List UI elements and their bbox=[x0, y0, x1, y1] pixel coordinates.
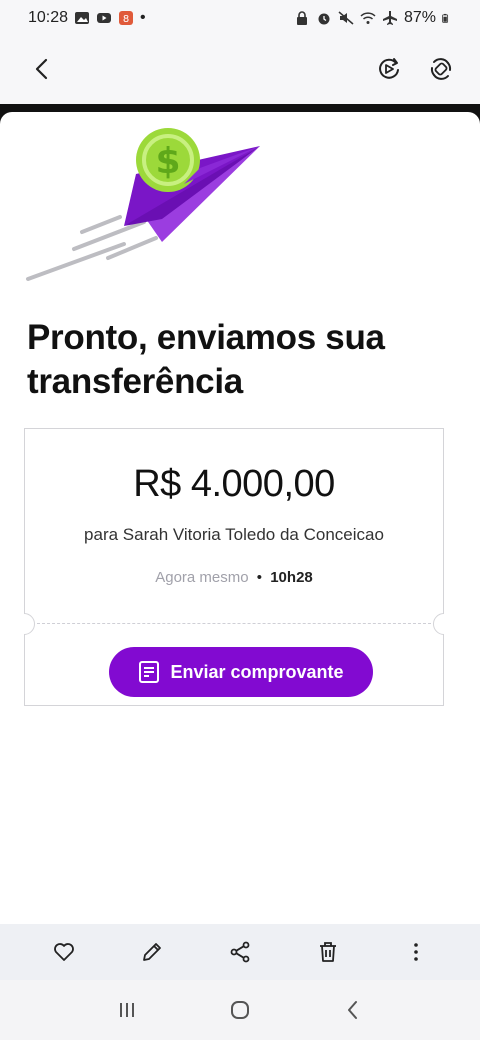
status-bar: 10:28 8 • 87% bbox=[0, 0, 480, 36]
ticket-notch-right bbox=[433, 613, 444, 635]
youtube-notification-icon bbox=[97, 13, 112, 23]
status-dot: • bbox=[140, 9, 146, 26]
app-bar bbox=[0, 36, 480, 102]
status-left: 10:28 8 • bbox=[28, 9, 146, 27]
nav-back-icon[interactable] bbox=[336, 993, 370, 1027]
paper-plane-money-illustration: $ bbox=[26, 128, 260, 281]
recent-apps-icon[interactable] bbox=[110, 993, 144, 1027]
auto-rotate-icon[interactable] bbox=[424, 52, 458, 86]
gallery-action-bar bbox=[0, 924, 480, 980]
send-receipt-label: Enviar comprovante bbox=[170, 661, 344, 682]
transfer-time-row: Agora mesmo • 10h28 bbox=[25, 569, 443, 586]
wifi-icon bbox=[360, 12, 376, 24]
svg-text:$: $ bbox=[155, 141, 180, 182]
gallery-notification-icon bbox=[75, 12, 90, 24]
app-bar-actions bbox=[372, 52, 458, 86]
svg-text:8: 8 bbox=[123, 14, 129, 25]
battery-icon bbox=[442, 13, 449, 23]
airplane-mode-icon bbox=[382, 11, 397, 25]
system-nav-bar bbox=[0, 980, 480, 1040]
transfer-time: 10h28 bbox=[270, 569, 313, 586]
lock-icon bbox=[296, 11, 307, 25]
success-headline: Pronto, enviamos sua transferência bbox=[27, 318, 385, 401]
delete-icon[interactable] bbox=[311, 935, 345, 969]
transfer-ticket: R$ 4.000,00 para Sarah Vitoria Toledo da… bbox=[24, 428, 444, 706]
battery-percent: 87% bbox=[403, 9, 436, 26]
time-label: Agora mesmo bbox=[155, 569, 249, 586]
remaster-icon[interactable] bbox=[372, 52, 406, 86]
ticket-notch-left bbox=[24, 613, 35, 635]
time-separator: • bbox=[256, 569, 263, 586]
heart-icon[interactable] bbox=[47, 935, 81, 969]
receipt-screenshot: $ Pronto, enviamos sua transferência R$ … bbox=[0, 112, 480, 924]
alarm-icon bbox=[318, 13, 330, 25]
status-right: 87% bbox=[294, 9, 452, 27]
back-arrow-icon[interactable] bbox=[26, 52, 60, 86]
mute-icon bbox=[338, 11, 354, 25]
share-icon[interactable] bbox=[223, 935, 257, 969]
edit-icon[interactable] bbox=[135, 935, 169, 969]
send-receipt-button[interactable]: Enviar comprovante bbox=[109, 647, 373, 697]
receipt-icon bbox=[139, 661, 160, 683]
ticket-divider bbox=[37, 623, 431, 624]
status-time: 10:28 bbox=[28, 9, 69, 26]
transfer-amount: R$ 4.000,00 bbox=[133, 463, 335, 505]
home-icon[interactable] bbox=[223, 993, 257, 1027]
more-icon[interactable] bbox=[399, 935, 433, 969]
app-notification-icon: 8 bbox=[119, 11, 134, 25]
recipient-name: para Sarah Vitoria Toledo da Conceicao bbox=[84, 525, 384, 544]
